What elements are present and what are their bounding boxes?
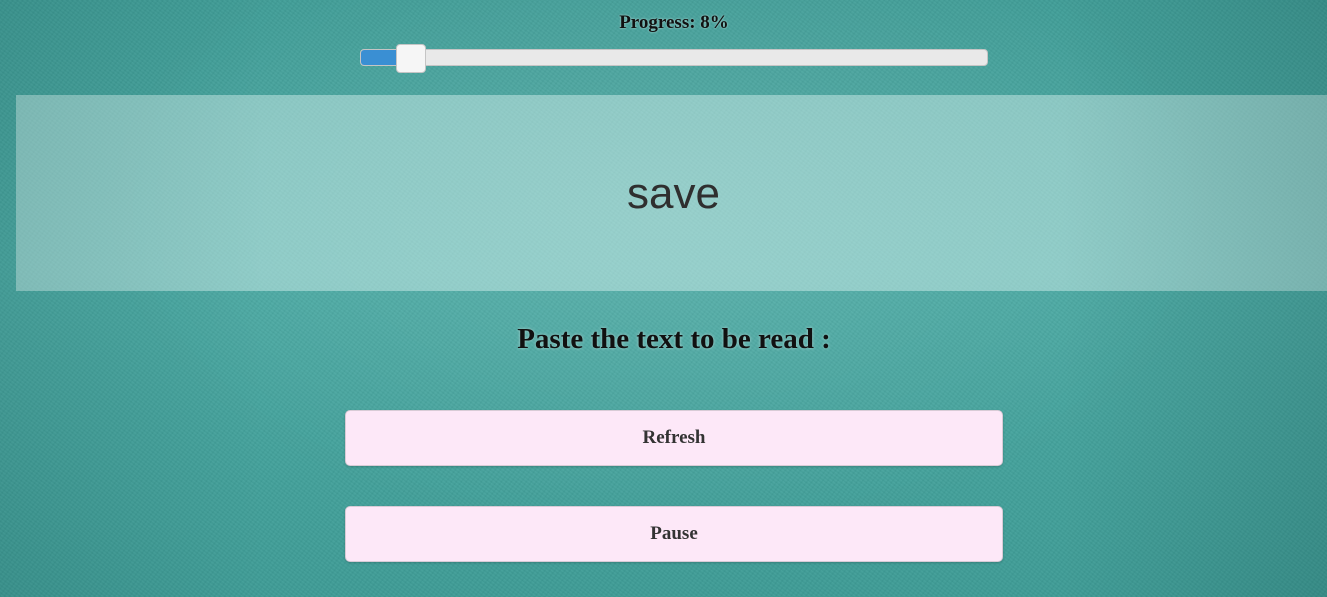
current-word-panel: save — [16, 95, 1327, 291]
current-word: save — [627, 169, 720, 218]
pause-button[interactable]: Pause — [345, 506, 1003, 562]
progress-slider[interactable] — [360, 44, 988, 73]
progress-label: Progress: 8% — [619, 12, 729, 33]
refresh-button[interactable]: Refresh — [345, 410, 1003, 466]
progress-slider-handle[interactable] — [396, 44, 427, 73]
paste-prompt-heading: Paste the text to be read : — [517, 323, 831, 355]
